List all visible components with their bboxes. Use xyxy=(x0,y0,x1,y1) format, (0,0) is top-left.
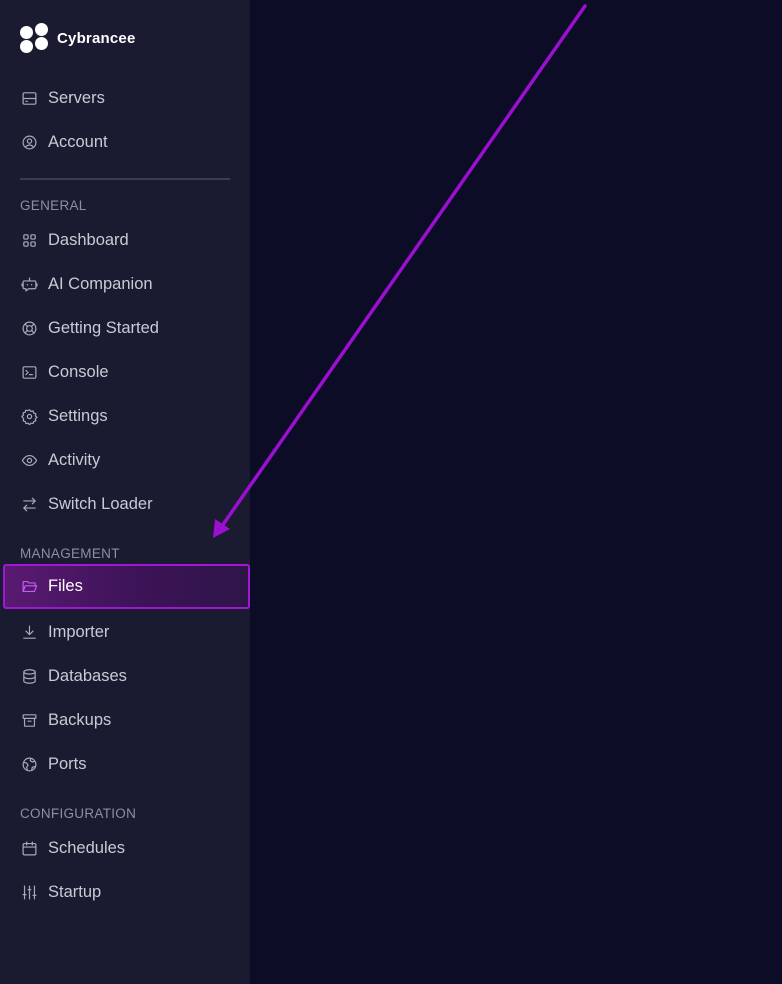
sidebar-item-switch-loader[interactable]: Switch Loader xyxy=(20,488,240,520)
download-icon xyxy=(20,623,38,641)
folder-open-icon xyxy=(20,578,38,596)
section-heading-management: MANAGEMENT xyxy=(20,546,120,561)
sidebar-item-label: Files xyxy=(48,577,83,595)
sidebar-item-backups[interactable]: Backups xyxy=(20,704,240,736)
sidebar-item-getting-started[interactable]: Getting Started xyxy=(20,312,240,344)
sidebar-item-label: Ports xyxy=(48,754,87,773)
sidebar-item-label: Getting Started xyxy=(48,318,159,337)
sidebar-item-label: Servers xyxy=(48,88,105,107)
database-icon xyxy=(20,667,38,685)
sidebar-item-servers[interactable]: Servers xyxy=(20,82,240,114)
gear-icon xyxy=(20,407,38,425)
sidebar-item-ai-companion[interactable]: AI Companion xyxy=(20,268,240,300)
calendar-icon xyxy=(20,839,38,857)
grid-icon xyxy=(20,231,38,249)
sidebar-item-label: Schedules xyxy=(48,838,126,857)
sliders-icon xyxy=(20,883,38,901)
server-icon xyxy=(20,89,38,107)
sidebar-item-schedules[interactable]: Schedules xyxy=(20,832,240,864)
brand[interactable]: Cybrancee xyxy=(20,22,136,54)
robot-chat-icon xyxy=(20,275,38,293)
four-dots-logo-icon xyxy=(20,23,50,53)
sidebar-item-settings[interactable]: Settings xyxy=(20,400,240,432)
archive-icon xyxy=(20,711,38,729)
sidebar-item-importer[interactable]: Importer xyxy=(20,616,240,648)
sidebar-item-label: Startup xyxy=(48,882,102,901)
divider xyxy=(20,178,230,180)
life-ring-icon xyxy=(20,319,38,337)
sidebar-item-activity[interactable]: Activity xyxy=(20,444,240,476)
sidebar-item-startup[interactable]: Startup xyxy=(20,876,240,908)
section-heading-general: GENERAL xyxy=(20,198,87,213)
sidebar-item-label: Settings xyxy=(48,406,108,425)
user-circle-icon xyxy=(20,133,38,151)
section-heading-configuration: CONFIGURATION xyxy=(20,806,137,821)
sidebar-item-console[interactable]: Console xyxy=(20,356,240,388)
sidebar-item-files[interactable]: Files xyxy=(3,564,250,609)
arrows-switch-icon xyxy=(20,495,38,513)
sidebar-item-ports[interactable]: Ports xyxy=(20,748,240,780)
brand-name: Cybrancee xyxy=(57,29,136,47)
eye-icon xyxy=(20,451,38,469)
sidebar-item-label: Account xyxy=(48,132,108,151)
sidebar-item-label: Console xyxy=(48,362,109,381)
globe-icon xyxy=(20,755,38,773)
sidebar: Cybrancee Servers Account GENERAL Dashbo… xyxy=(0,0,250,984)
sidebar-item-label: Importer xyxy=(48,622,110,641)
sidebar-item-label: Databases xyxy=(48,666,127,685)
sidebar-item-label: Dashboard xyxy=(48,230,129,249)
sidebar-item-label: AI Companion xyxy=(48,274,153,293)
sidebar-item-label: Switch Loader xyxy=(48,494,153,513)
terminal-icon xyxy=(20,363,38,381)
main-content-area xyxy=(250,0,782,984)
sidebar-item-dashboard[interactable]: Dashboard xyxy=(20,224,240,256)
sidebar-item-databases[interactable]: Databases xyxy=(20,660,240,692)
sidebar-item-account[interactable]: Account xyxy=(20,126,240,158)
sidebar-item-label: Activity xyxy=(48,450,101,469)
sidebar-item-label: Backups xyxy=(48,710,112,729)
